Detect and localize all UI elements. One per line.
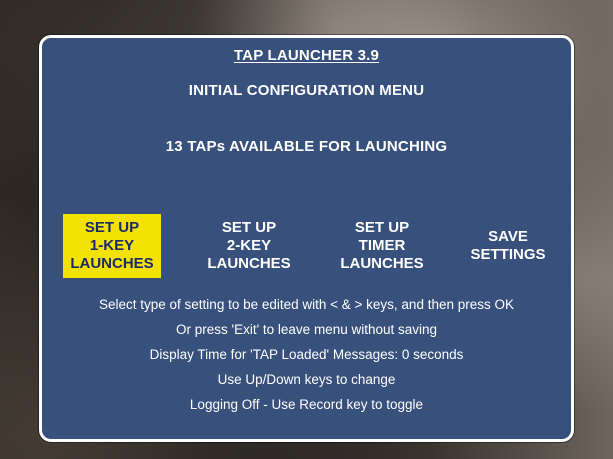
option-label-line: SET UP <box>354 219 410 236</box>
option-label-line: LAUNCHES <box>70 255 154 272</box>
option-label-line: SET UP <box>221 219 277 236</box>
save-settings-option[interactable]: SAVE SETTINGS <box>460 214 556 278</box>
instruction-select-setting: Select type of setting to be edited with… <box>99 297 514 312</box>
option-label-line: SET UP <box>84 219 140 236</box>
menu-options-row: SET UP 1-KEY LAUNCHES SET UP 2-KEY LAUNC… <box>42 214 571 278</box>
menu-title: TAP LAUNCHER 3.9 <box>233 47 380 64</box>
option-label-line: 1-KEY <box>89 237 135 254</box>
option-label-line: SAVE <box>488 228 528 245</box>
option-label-line: 2-KEY <box>226 237 272 254</box>
setup-2-key-launches-option[interactable]: SET UP 2-KEY LAUNCHES <box>199 214 299 278</box>
option-label-line: LAUNCHES <box>340 255 424 272</box>
instruction-exit: Or press 'Exit' to leave menu without sa… <box>175 322 438 337</box>
option-label-line: LAUNCHES <box>207 255 291 272</box>
display-time-setting: Display Time for 'TAP Loaded' Messages: … <box>149 347 464 362</box>
setup-timer-launches-option[interactable]: SET UP TIMER LAUNCHES <box>332 214 432 278</box>
configuration-menu-panel: TAP LAUNCHER 3.9 INITIAL CONFIGURATION M… <box>39 35 574 442</box>
menu-subtitle: INITIAL CONFIGURATION MENU <box>188 82 425 99</box>
option-label-line: TIMER <box>358 237 406 254</box>
instruction-up-down: Use Up/Down keys to change <box>217 372 396 387</box>
option-label-line: SETTINGS <box>470 246 546 263</box>
logging-status: Logging Off - Use Record key to toggle <box>189 397 424 412</box>
taps-available-count: 13 TAPs AVAILABLE FOR LAUNCHING <box>165 138 448 155</box>
setup-1-key-launches-option[interactable]: SET UP 1-KEY LAUNCHES <box>63 214 161 278</box>
